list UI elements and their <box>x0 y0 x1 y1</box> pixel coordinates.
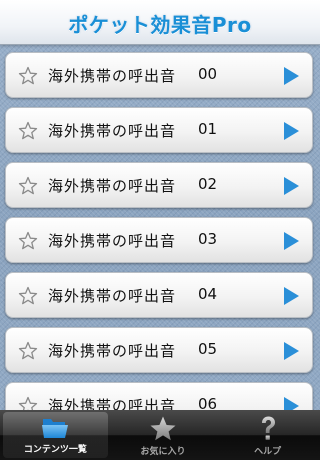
play-icon[interactable] <box>282 121 300 141</box>
row-number: 04 <box>198 285 218 303</box>
app-title: ポケット効果音Pro <box>68 12 252 37</box>
play-icon[interactable] <box>282 286 300 306</box>
star-icon <box>150 416 176 441</box>
row-title: 海外携帯の呼出音 <box>48 342 177 360</box>
play-icon[interactable] <box>282 341 300 361</box>
tab-bar: コンテンツ一覧 お気に入り ヘルプ <box>0 410 320 460</box>
sound-row[interactable]: 海外携帯の呼出音 00 <box>5 52 313 98</box>
tab-label: ヘルプ <box>254 447 282 457</box>
play-icon[interactable] <box>282 231 300 251</box>
play-icon[interactable] <box>282 396 300 410</box>
favorite-star-icon[interactable] <box>18 341 38 361</box>
sound-row[interactable]: 海外携帯の呼出音 03 <box>5 217 313 263</box>
row-number: 03 <box>198 230 218 248</box>
help-icon <box>261 416 275 440</box>
sound-row[interactable]: 海外携帯の呼出音 05 <box>5 327 313 373</box>
row-title: 海外携帯の呼出音 <box>48 287 177 305</box>
sound-row[interactable]: 海外携帯の呼出音 01 <box>5 107 313 153</box>
row-title: 海外携帯の呼出音 <box>48 397 177 410</box>
sound-row[interactable]: 海外携帯の呼出音 04 <box>5 272 313 318</box>
folder-icon <box>42 419 69 438</box>
tab-label: コンテンツ一覧 <box>23 445 87 455</box>
favorite-star-icon[interactable] <box>18 121 38 141</box>
tab-favorites[interactable]: お気に入り <box>111 410 216 460</box>
row-number: 00 <box>198 65 218 83</box>
navigation-header: ポケット効果音Pro <box>0 0 320 45</box>
favorite-star-icon[interactable] <box>18 176 38 196</box>
sound-row[interactable]: 海外携帯の呼出音 02 <box>5 162 313 208</box>
favorite-star-icon[interactable] <box>18 286 38 306</box>
tab-contents-list[interactable]: コンテンツ一覧 <box>3 412 108 458</box>
row-number: 06 <box>198 395 218 410</box>
sound-row[interactable]: 海外携帯の呼出音 06 <box>5 382 313 410</box>
tab-label: お気に入り <box>140 447 186 457</box>
favorite-star-icon[interactable] <box>18 396 38 410</box>
play-icon[interactable] <box>282 176 300 196</box>
row-title: 海外携帯の呼出音 <box>48 122 177 140</box>
row-number: 02 <box>198 175 218 193</box>
row-title: 海外携帯の呼出音 <box>48 177 177 195</box>
favorite-star-icon[interactable] <box>18 231 38 251</box>
play-icon[interactable] <box>282 66 300 86</box>
row-number: 05 <box>198 340 218 358</box>
row-title: 海外携帯の呼出音 <box>48 232 177 250</box>
favorite-star-icon[interactable] <box>18 66 38 86</box>
row-title: 海外携帯の呼出音 <box>48 67 177 85</box>
sound-list[interactable]: 海外携帯の呼出音 00 海外携帯の呼出音 01 海外携帯の呼出音 02 海外携帯… <box>0 44 320 410</box>
tab-help[interactable]: ヘルプ <box>215 410 320 460</box>
row-number: 01 <box>198 120 218 138</box>
